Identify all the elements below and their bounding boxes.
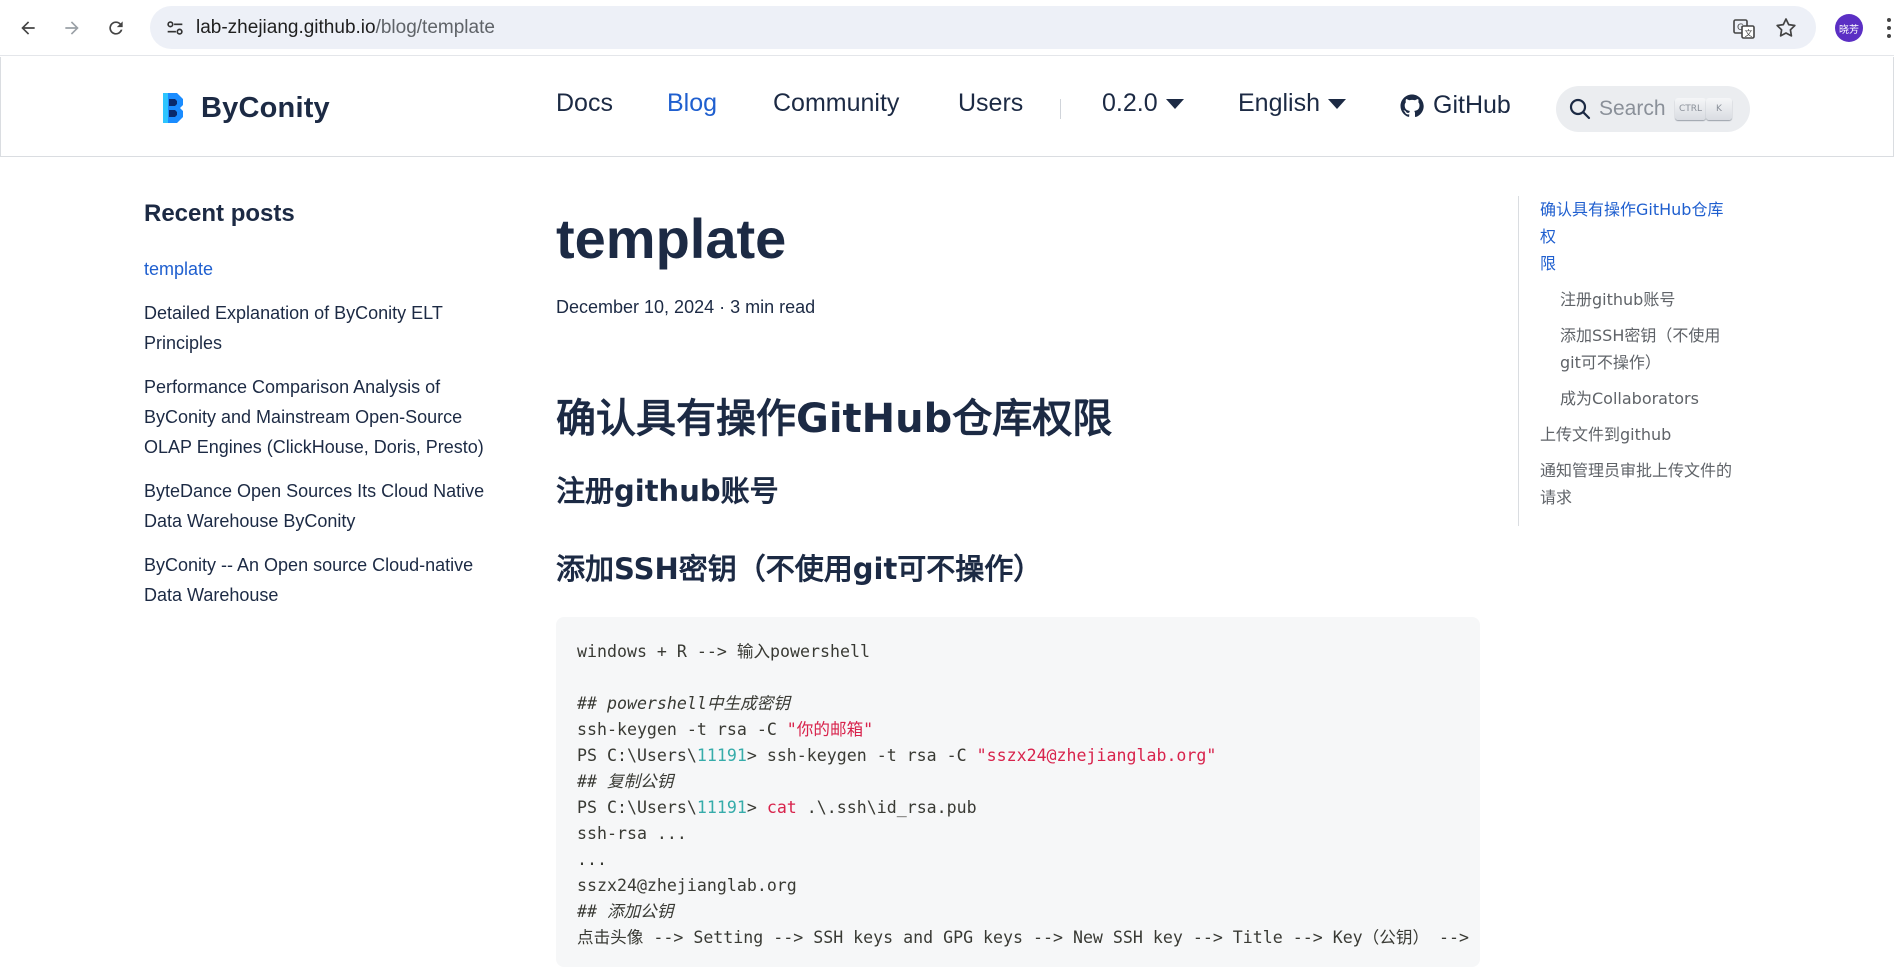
post-title-line: ByConity -- An Open source Cloud-native xyxy=(144,555,474,575)
sidebar-post-elt-principles[interactable]: Detailed Explanation of ByConity ELT Prin… xyxy=(144,298,494,358)
browser-toolbar: lab-zhejiang.github.io/blog/template G文 … xyxy=(0,0,1894,56)
forward-button[interactable] xyxy=(56,12,88,44)
back-button[interactable] xyxy=(12,12,44,44)
code-comment: ## 复制公钥 xyxy=(577,772,674,791)
article-meta: December 10, 2024 · 3 min read xyxy=(556,297,816,317)
code-line: ... xyxy=(577,850,607,869)
sidebar-post-open-source-warehouse[interactable]: ByConity -- An Open source Cloud-native D… xyxy=(144,550,494,610)
post-title-line: ByConity and Mainstream Open-Source xyxy=(144,407,463,427)
nav-community[interactable]: Community xyxy=(773,89,899,118)
nav-docs[interactable]: Docs xyxy=(556,89,613,118)
back-icon xyxy=(21,21,35,35)
sidebar-post-performance-comparison[interactable]: Performance Comparison Analysis of ByConi… xyxy=(144,372,494,462)
forward-icon xyxy=(65,21,79,35)
github-icon xyxy=(1400,94,1424,117)
nav-divider xyxy=(1060,99,1061,119)
toc-item-add-ssh-key[interactable]: 添加SSH密钥（不使用 git可不操作） xyxy=(1540,322,1738,376)
reload-button[interactable] xyxy=(100,12,132,44)
brand-link[interactable]: ByConity xyxy=(159,91,330,125)
nav-users[interactable]: Users xyxy=(958,89,1023,118)
toc-item-register-github[interactable]: 注册github账号 xyxy=(1540,286,1738,313)
code-comment: ## powershell中生成密钥 xyxy=(577,694,790,713)
translate-icon[interactable]: G文 xyxy=(1732,17,1756,41)
article: template December 10, 2024 · 3 min read … xyxy=(556,200,1480,588)
brand-name: ByConity xyxy=(201,91,330,124)
post-title-line: ByteDance Open Sources Its Cloud Native xyxy=(144,481,485,501)
profile-avatar[interactable]: 晓芳 xyxy=(1835,14,1863,42)
site-info-icon[interactable] xyxy=(164,17,186,39)
sidebar-post-bytedance-open-sources[interactable]: ByteDance Open Sources Its Cloud Native D… xyxy=(144,476,494,536)
recent-posts-sidebar: Recent posts template Detailed Explanati… xyxy=(144,200,494,624)
heading-github-permission: 确认具有操作GitHub仓库权限 xyxy=(556,396,1113,442)
sidebar-title: Recent posts xyxy=(144,200,295,227)
more-icon[interactable] xyxy=(1884,14,1894,42)
site-navbar: ByConity Docs Blog Community Users 0.2.0… xyxy=(0,57,1894,157)
version-dropdown[interactable]: 0.2.0 xyxy=(1102,89,1184,118)
search-button[interactable]: Search CTRL K xyxy=(1556,86,1750,132)
kbd-ctrl: CTRL xyxy=(1675,98,1707,120)
search-icon xyxy=(1569,98,1591,120)
chevron-down-icon xyxy=(1165,99,1184,110)
url-text: lab-zhejiang.github.io/blog/template xyxy=(196,17,495,38)
code-line: PS C:\Users\11191> cat .\.ssh\id_rsa.pub xyxy=(577,798,977,817)
code-line: windows + R --> 输入powershell xyxy=(577,642,870,661)
star-icon[interactable] xyxy=(1774,16,1798,40)
language-dropdown[interactable]: English xyxy=(1238,89,1346,118)
github-label: GitHub xyxy=(1433,91,1511,119)
article-title: template xyxy=(556,207,787,270)
heading-register-github: 注册github账号 xyxy=(556,474,779,508)
heading-add-ssh-key: 添加SSH密钥（不使用git可不操作） xyxy=(556,552,1043,586)
byconity-logo-icon xyxy=(163,93,183,123)
sidebar-post-template[interactable]: template xyxy=(144,254,494,284)
post-title-line: OLAP Engines (ClickHouse, Doris, Presto) xyxy=(144,437,484,457)
nav-blog[interactable]: Blog xyxy=(667,89,717,118)
code-line: PS C:\Users\11191> ssh-keygen -t rsa -C … xyxy=(577,746,1217,765)
code-block: windows + R --> 输入powershell ## powershe… xyxy=(556,617,1480,967)
reload-icon xyxy=(109,21,123,35)
svg-text:文: 文 xyxy=(1745,28,1753,38)
address-bar[interactable]: lab-zhejiang.github.io/blog/template G文 xyxy=(150,6,1816,49)
toc-item-collaborators[interactable]: 成为Collaborators xyxy=(1540,385,1738,412)
code-line: ssh-rsa ... xyxy=(577,824,687,843)
github-link[interactable]: GitHub xyxy=(1400,91,1511,120)
post-title-line: Data Warehouse xyxy=(144,585,279,605)
version-label: 0.2.0 xyxy=(1102,89,1158,117)
table-of-contents: 确认具有操作GitHub仓库权限 注册github账号 添加SSH密钥（不使用 g… xyxy=(1518,196,1738,526)
post-title-line: Principles xyxy=(144,333,223,353)
post-title-line: Performance Comparison Analysis of xyxy=(144,377,441,397)
code-line: sszx24@zhejianglab.org xyxy=(577,876,797,895)
post-title-line: Detailed Explanation of ByConity ELT xyxy=(144,303,443,323)
code-line: ssh-keygen -t rsa -C "你的邮箱" xyxy=(577,720,874,739)
code-line: 点击头像 --> Setting --> SSH keys and GPG ke… xyxy=(577,928,1470,947)
toc-item-upload-files[interactable]: 上传文件到github xyxy=(1540,421,1738,448)
language-label: English xyxy=(1238,89,1320,117)
toc-item-notify-admin[interactable]: 通知管理员审批上传文件的 请求 xyxy=(1540,457,1738,511)
chevron-down-icon xyxy=(1328,99,1346,110)
search-placeholder: Search xyxy=(1599,97,1666,120)
toc-item-github-permission[interactable]: 确认具有操作GitHub仓库权限 xyxy=(1540,196,1738,277)
post-title-line: Data Warehouse ByConity xyxy=(144,511,356,531)
code-comment: ## 添加公钥 xyxy=(577,902,674,921)
kbd-k: K xyxy=(1706,98,1732,120)
